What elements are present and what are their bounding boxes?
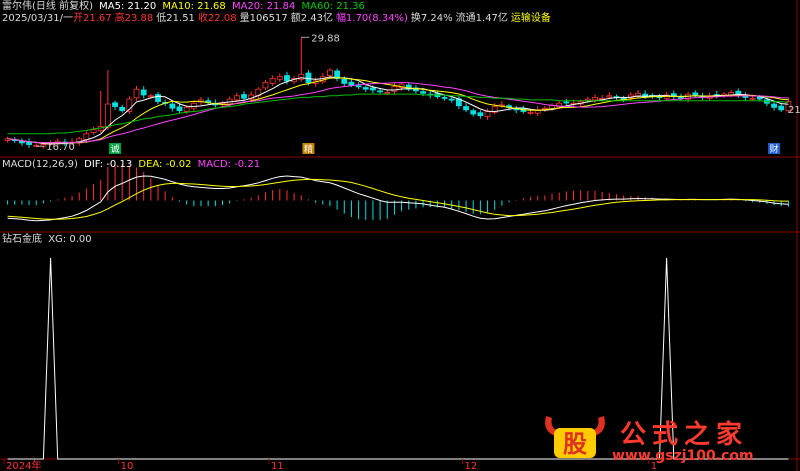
candle-body [176,106,183,112]
stock-chart[interactable]: 29.8816.7021诚精财 2024年 10 11 12 1 [0,0,800,471]
date-label: 2025/03/31/一 [2,13,74,24]
event-marker-label: 财 [770,143,779,155]
open-label: 开21.67 [73,13,112,24]
turnover-label: 换7.24% [410,13,453,24]
macd-title: MACD(12,26,9) [2,159,78,170]
logo-char: 股 [563,429,587,458]
candle-body [90,129,97,133]
candle-body [463,106,469,111]
candle-body [391,86,398,92]
candle-body [484,111,491,117]
range-label: 幅1.70(8.34%) [336,13,408,24]
candle-body [269,78,276,84]
candle-body [119,106,126,112]
candle-body [262,82,269,89]
candle-body [169,103,176,109]
candle-body [749,97,756,100]
bull-logo-icon: 股 [545,416,605,458]
event-marker-label: 诚 [111,143,120,155]
macd-value-label: MACD: -0.21 [197,159,261,170]
x-tick-label: 11 [271,461,284,471]
ma10-label: MA10: 21.68 [162,1,226,12]
candle-body [241,94,247,99]
x-tick-label: 10 [121,461,134,471]
candle-body [305,72,312,83]
ma20-label: MA20: 21.84 [231,1,296,12]
candle-body [470,110,477,115]
xg-title: 钻石金底 [2,234,42,245]
macd-pane[interactable] [7,162,789,222]
watermark-url: www.gszj100.com [612,448,754,464]
ma20-line [7,81,789,144]
candle-body [370,87,376,91]
candle-body [233,95,240,101]
candle-body [635,92,641,97]
chart-title: 雷尔伟(日线 前复权) [2,1,93,12]
high-label: 高23.88 [114,13,154,24]
candle-body [19,140,25,144]
volume-label: 量106517 [239,13,288,24]
candle-body [692,92,699,96]
info-line: 2025/03/31/一开21.67 高23.88 低21.51 收22.08 量106… [2,13,554,25]
main-header: 雷尔伟(日线 前复权) MA5: 21.20 MA10: 21.68 MA20:… [2,1,368,13]
candle-body [133,88,140,99]
low-annotation: 16.70 [46,142,75,153]
candle-body [147,95,154,98]
dif-line [7,175,789,222]
candle-body [341,78,348,84]
candle-body [355,85,362,88]
amount-label: 额2.43亿 [290,13,334,24]
candle-body [584,98,591,101]
x-tick-label: 12 [464,461,477,471]
high-annotation: 29.88 [311,33,340,44]
dea-label: DEA: -0.02 [138,159,192,170]
candle-body [348,81,355,86]
candle-body [563,101,570,104]
candle-body [477,112,484,117]
candle-body [284,75,290,82]
candle-body [327,69,333,76]
candle-body [276,76,283,80]
xg-label: XG: 0.00 [48,234,92,245]
watermark-text: 公式之家 [620,420,749,450]
candle-body [190,102,197,109]
close-label: 收22.08 [197,13,237,24]
price-pane[interactable]: 29.88 16.70 21 诚 精 财 [4,33,800,155]
dif-label: DIF: -0.13 [84,159,133,170]
candle-body [778,105,785,111]
xg-header: 钻石金底 XG: 0.00 [2,234,95,246]
float-label: 流通1.47亿 [455,13,508,24]
candle-body [527,111,534,114]
candle-body [448,98,455,101]
macd-header: MACD(12,26,9) DIF: -0.13 DEA: -0.02 MACD… [2,159,263,171]
candle-body [441,97,448,99]
candle-body [112,102,118,107]
candle-body [678,97,684,99]
x-tick-label: 2024年 [6,459,41,471]
candle-body [183,106,190,112]
low-label: 低21.51 [156,13,195,24]
candle-body [420,91,426,94]
candle-body [541,107,548,110]
right-edge-label: 21 [788,105,800,116]
candle-body [377,90,383,93]
watermark: 股 公式之家 www.gszj100.com [540,410,760,468]
candle-body [362,87,369,90]
event-marker-label: 精 [304,143,313,155]
candle-body [771,103,777,108]
pane-frames [0,0,800,471]
candle-body [606,95,613,98]
candle-body [384,92,391,94]
candle-body [592,97,598,101]
candle-body [83,133,90,141]
ma60-label: MA60: 21.36 [301,1,365,12]
dea-line [7,178,789,220]
sector-label[interactable]: 运输设备 [511,13,551,24]
ma5-label: MA5: 21.20 [99,1,157,12]
candle-body [140,89,147,96]
candle-body [104,103,111,128]
